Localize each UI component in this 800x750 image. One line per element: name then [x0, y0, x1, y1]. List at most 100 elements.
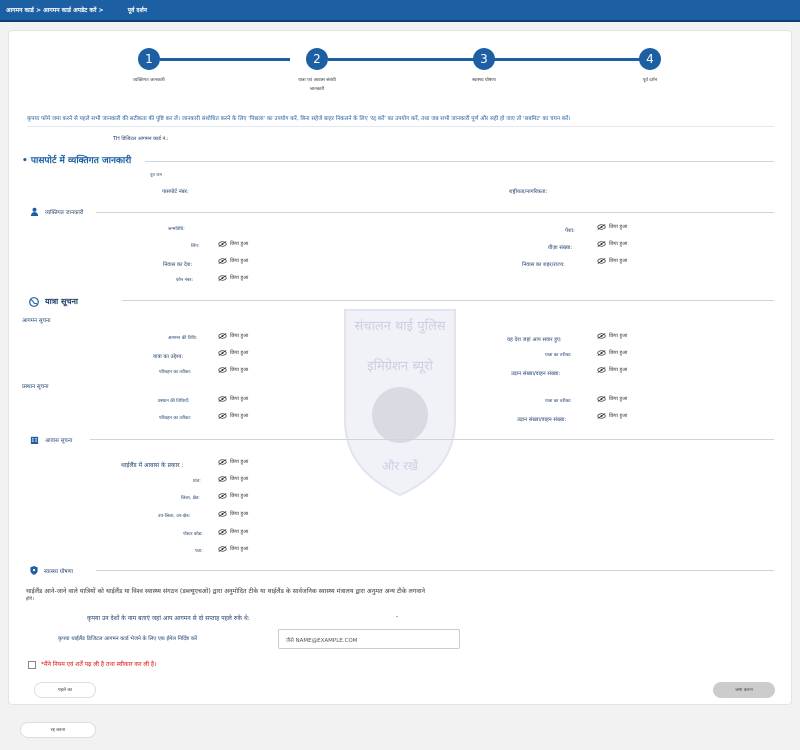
- current-page-label: पूर्व दर्शन: [127, 7, 148, 14]
- transport-mode-label: परिवहन का तरीका:: [159, 370, 192, 375]
- step-1-circle[interactable]: 1: [138, 48, 160, 70]
- email-label: कृपया थाईलैंड डिजिटल आगमन कार्ड भेजने के…: [58, 636, 198, 642]
- eye-off-icon: [218, 413, 227, 419]
- boarded-country-label: वह देश जहां आप सवार हुए:: [507, 337, 562, 343]
- vaccine-statement-note: होंगे।: [26, 597, 34, 602]
- arrival-date-label: आगमन की तिथि:: [168, 336, 198, 341]
- residence-city-value[interactable]: छिपा हुआ: [597, 258, 627, 264]
- dob-label: जन्मतिथि:: [168, 227, 185, 232]
- departure-travel-mode-value[interactable]: छिपा हुआ: [597, 396, 627, 402]
- accommodation-type-label: थाईलैंड में आवास के प्रकार :: [121, 462, 184, 469]
- eye-off-icon: [218, 529, 227, 535]
- step-3-label: स्वास्थ्य घोषणा: [472, 78, 496, 83]
- gender-value[interactable]: छिपा हुआ: [218, 241, 248, 247]
- person-icon: [30, 207, 39, 216]
- step-2-label-line2: जानकारी: [309, 87, 325, 92]
- breadcrumb[interactable]: आगमन कार्ड > आगमन कार्ड अपडेट करें >: [6, 6, 104, 14]
- building-icon: [30, 436, 39, 444]
- departure-transport-mode-value[interactable]: छिपा हुआ: [218, 413, 248, 419]
- eye-off-icon: [597, 241, 606, 247]
- travel-mode-label: यात्रा का तरीका:: [545, 353, 572, 358]
- departure-date-value[interactable]: छिपा हुआ: [218, 396, 248, 402]
- visa-label: वीज़ा संख्या:: [548, 245, 573, 251]
- eye-off-icon: [218, 476, 227, 482]
- travel-purpose-value[interactable]: छिपा हुआ: [218, 350, 248, 356]
- back-button[interactable]: पहले का: [34, 682, 96, 698]
- instruction-text: कृपया फॉर्म जमा करने से पहले सभी जानकारी…: [27, 116, 571, 122]
- arrival-info-title: आगमन सूचना: [22, 318, 51, 324]
- eye-off-icon: [218, 546, 227, 552]
- eye-off-icon: [218, 396, 227, 402]
- gender-label: लिंग:: [191, 244, 200, 249]
- residence-country-value[interactable]: छिपा हुआ: [218, 258, 248, 264]
- email-field[interactable]: जैसे NAME@EXAMPLE.COM: [278, 629, 460, 649]
- step-1-label: व्यक्तिगत जानकारी: [133, 78, 165, 83]
- accommodation-type-value[interactable]: छिपा हुआ: [218, 459, 248, 465]
- departure-flight-number-value[interactable]: छिपा हुआ: [597, 413, 627, 419]
- visa-value[interactable]: छिपा हुआ: [597, 241, 627, 247]
- flight-number-value[interactable]: छिपा हुआ: [597, 367, 627, 373]
- section-divider: [96, 570, 774, 571]
- section-divider: [96, 212, 774, 213]
- cancel-button[interactable]: रद्द करना: [20, 722, 96, 738]
- top-navigation-bar: आगमन कार्ड > आगमन कार्ड अपडेट करें > पूर…: [0, 0, 800, 22]
- phone-label: फ़ोन नंबर:: [176, 278, 193, 283]
- section-divider: [145, 161, 774, 162]
- eye-off-icon: [597, 396, 606, 402]
- occupation-value[interactable]: छिपा हुआ: [597, 224, 627, 230]
- eye-off-icon: [597, 413, 606, 419]
- step-4-circle[interactable]: 4: [639, 48, 661, 70]
- travel-mode-value[interactable]: छिपा हुआ: [597, 350, 627, 356]
- health-declaration-header: स्वास्थ्य घोषणा: [30, 566, 73, 575]
- watermark-line1: संचालन थाई पुलिस: [354, 318, 445, 334]
- accommodation-info-header: आवास सूचना: [30, 435, 72, 444]
- eye-off-icon: [218, 511, 227, 517]
- departure-flight-number-label: उड़ान संख्या/वाहन संख्या:: [517, 417, 567, 423]
- travel-purpose-label: यात्रा का उद्देश्य:: [153, 354, 184, 360]
- postcode-value[interactable]: छिपा हुआ: [218, 529, 248, 535]
- eye-off-icon: [597, 350, 606, 356]
- tdac-number-label: TH डिजिटल आगमन कार्ड नं.:: [113, 136, 169, 142]
- eye-off-icon: [218, 367, 227, 373]
- step-4-label: पूर्व दर्शन: [642, 78, 658, 83]
- postcode-label: पोस्टर कोड:: [183, 532, 203, 537]
- health-declaration-title: स्वास्थ्य घोषणा: [44, 568, 73, 575]
- transport-mode-value[interactable]: छिपा हुआ: [218, 367, 248, 373]
- departure-travel-mode-label: यात्रा का तरीका:: [545, 399, 572, 404]
- section-divider: [90, 439, 774, 440]
- personal-info-title: व्यक्तिगत जानकारी: [45, 209, 84, 216]
- terms-checkbox[interactable]: [28, 661, 36, 669]
- stepper-line-3: [494, 58, 640, 61]
- address-value[interactable]: छिपा हुआ: [218, 546, 248, 552]
- subdistrict-label: उप-जिला, उप-क्षेत्र:: [158, 514, 191, 519]
- watermark-line2: इमिग्रेशन ब्यूरो: [367, 358, 433, 374]
- occupation-label: पेशा:: [565, 228, 575, 234]
- travel-info-title: यात्रा सूचना: [45, 297, 78, 306]
- step-2-circle[interactable]: 2: [306, 48, 328, 70]
- stepper-line-1: [160, 58, 290, 61]
- flight-number-label: उड़ान संख्या/वाहन संख्या:: [511, 371, 561, 377]
- submit-button[interactable]: जमा करना: [713, 682, 775, 698]
- terms-label[interactable]: *मैंने नियम एवं शर्तें पढ़ ली है तथा स्व…: [41, 660, 156, 668]
- eye-off-icon: [218, 258, 227, 264]
- district-value[interactable]: छिपा हुआ: [218, 493, 248, 499]
- arrival-date-value[interactable]: छिपा हुआ: [218, 333, 248, 339]
- countries-visited-value: -: [396, 613, 399, 620]
- district-label: जिला, क्षेत्र:: [181, 496, 200, 501]
- phone-value[interactable]: छिपा हुआ: [218, 275, 248, 281]
- accommodation-info-title: आवास सूचना: [45, 437, 73, 444]
- subdistrict-value[interactable]: छिपा हुआ: [218, 511, 248, 517]
- province-label: प्रांत:: [193, 479, 201, 484]
- eye-off-icon: [218, 493, 227, 499]
- departure-transport-mode-label: परिवहन का तरीका:: [159, 416, 192, 421]
- shield-icon: [30, 566, 38, 575]
- step-3-circle[interactable]: 3: [473, 48, 495, 70]
- divider: [27, 126, 774, 127]
- section-divider: [122, 300, 774, 301]
- residence-country-label: निवास का देश:: [163, 262, 193, 268]
- province-value[interactable]: छिपा हुआ: [218, 476, 248, 482]
- eye-off-icon: [218, 241, 227, 247]
- travel-info-header: यात्रा सूचना: [29, 296, 78, 307]
- vaccine-statement: थाईलैंड आने-जाने वाले यात्रियों को थाईलै…: [26, 588, 425, 595]
- boarded-country-value[interactable]: छिपा हुआ: [597, 333, 627, 339]
